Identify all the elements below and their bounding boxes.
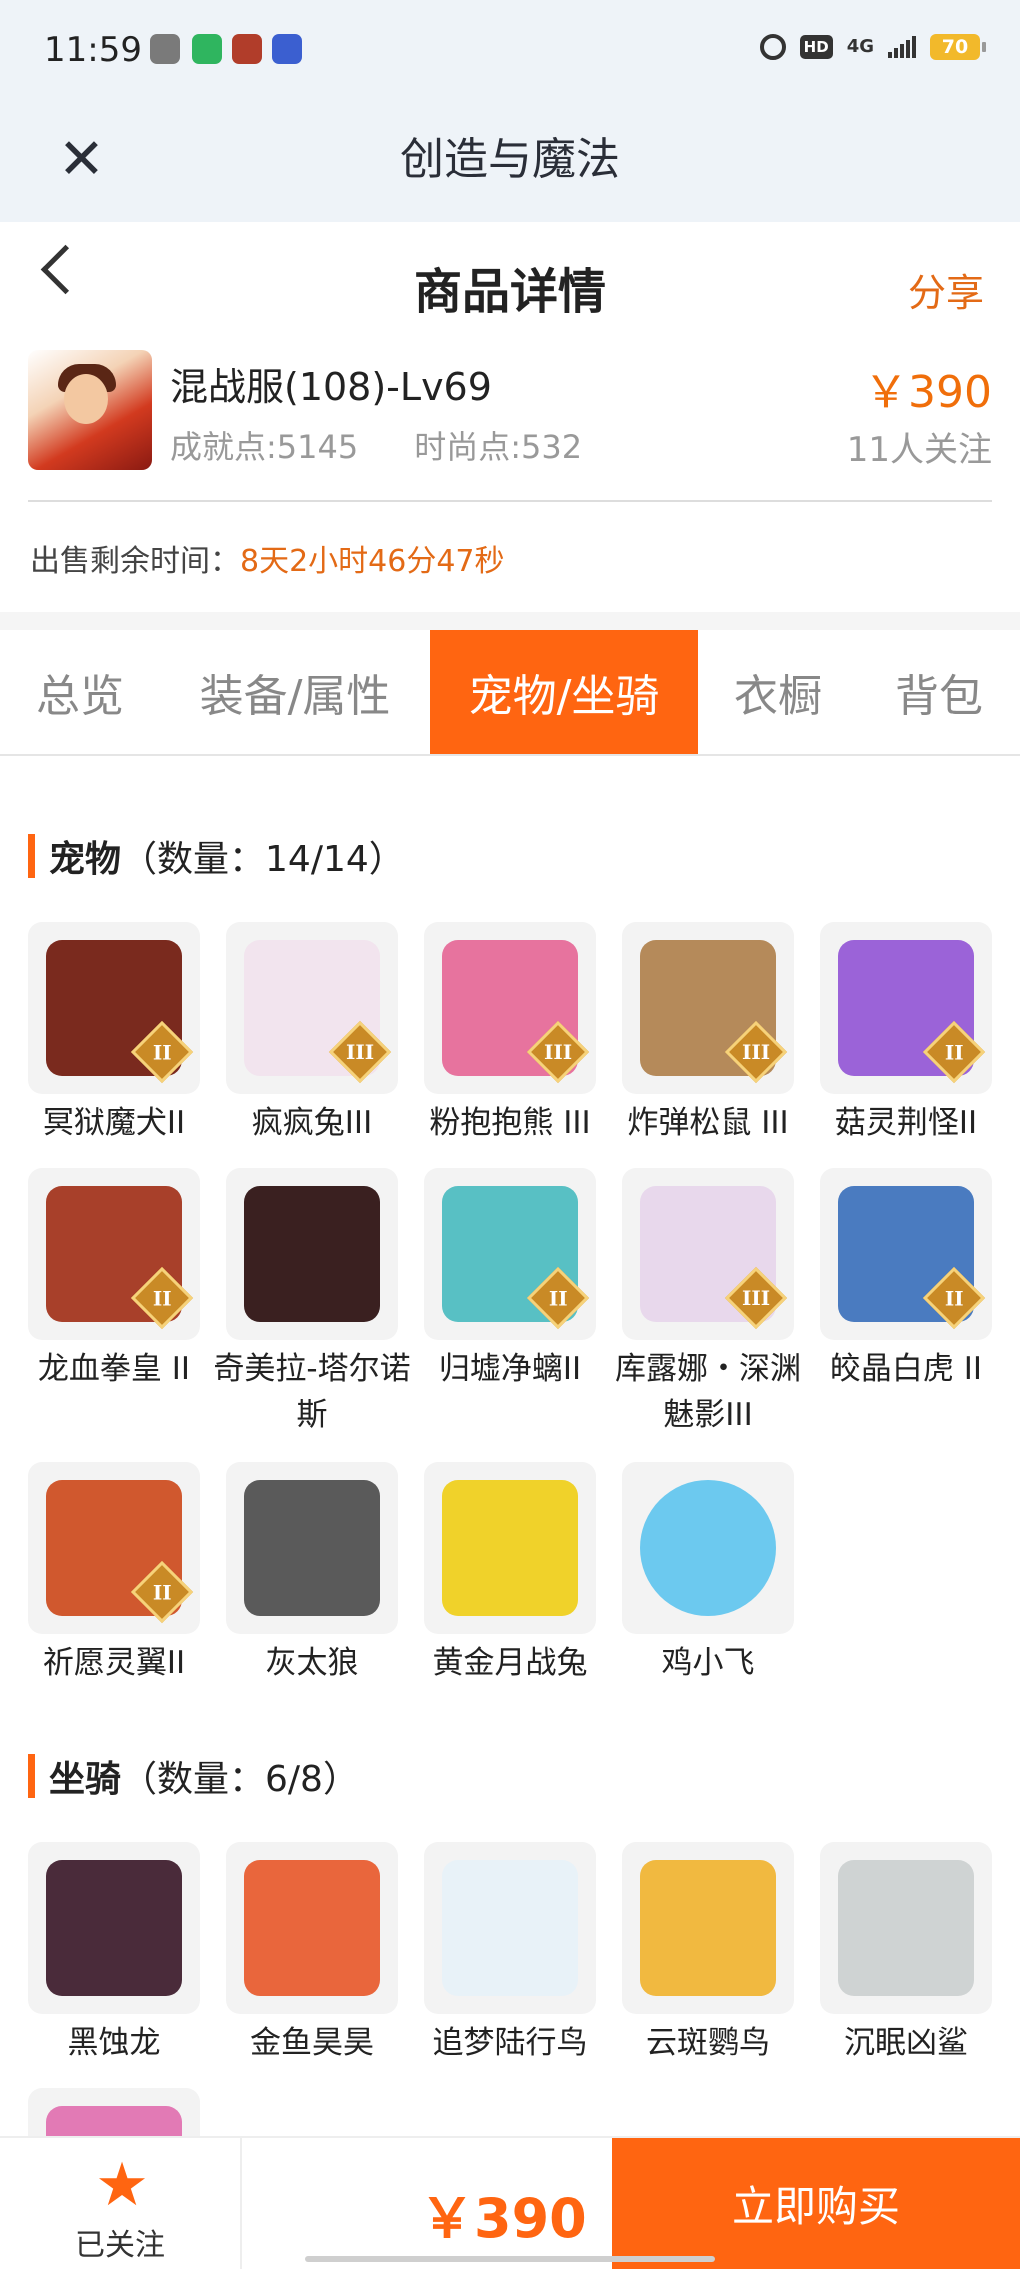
home-indicator (305, 2256, 715, 2262)
battery-icon: 70 (930, 34, 986, 60)
product-summary: 混战服(108)-Lv69 成就点:5145 时尚点:532 ￥390 11人关… (28, 350, 992, 502)
mount-name: 金鱼昊昊 (250, 2025, 374, 2061)
alarm-icon (759, 34, 786, 60)
product-name: 混战服(108)-Lv69 (170, 365, 492, 409)
pet-item[interactable]: II 菇灵荆怪II (820, 922, 992, 1146)
wechat-icon (150, 34, 180, 64)
pets-title: 宠物 (49, 839, 122, 880)
mount-name: 追梦陆行鸟 (432, 2025, 588, 2061)
pet-image (244, 1480, 380, 1616)
pet-name: 灰太狼 (265, 1645, 359, 1681)
tab-overview[interactable]: 总览 (0, 630, 160, 754)
pet-image (640, 1480, 776, 1616)
achievement-points: 成就点:5145 (170, 428, 359, 466)
sale-time-value: 8天2小时46分47秒 (240, 544, 505, 579)
tab-wardrobe[interactable]: 衣橱 (698, 630, 858, 754)
pet-name: 库露娜・深渊魅影III (615, 1351, 801, 1433)
tab-equipment[interactable]: 装备/属性 (160, 630, 430, 754)
pet-name: 炸弹松鼠 III (627, 1105, 789, 1141)
mounts-title: 坐骑 (49, 1759, 122, 1800)
pet-name: 菇灵荆怪II (834, 1105, 978, 1141)
mount-image (442, 1860, 578, 1996)
pet-item[interactable]: III 粉抱抱熊 III (424, 922, 596, 1146)
pet-item[interactable]: II 归墟净螭II (424, 1168, 596, 1392)
status-time: 11:59 (44, 30, 142, 70)
mount-name: 黑蚀龙 (67, 2025, 161, 2061)
pet-item[interactable]: II 皎晶白虎 II (820, 1168, 992, 1392)
share-button[interactable]: 分享 (908, 262, 984, 317)
mount-item[interactable]: 云斑鹦鸟 (622, 1842, 794, 2066)
follow-label: 已关注 (75, 2228, 165, 2263)
page-header: 商品详情 分享 (0, 222, 1020, 352)
mount-item[interactable]: 金鱼昊昊 (226, 1842, 398, 2066)
product-stats: 成就点:5145 时尚点:532 (170, 422, 582, 468)
mount-name: 云斑鹦鸟 (646, 2025, 770, 2061)
pet-item[interactable]: II 龙血拳皇 II (28, 1168, 200, 1392)
pet-item[interactable]: 灰太狼 (226, 1462, 398, 1686)
mount-image (838, 1860, 974, 1996)
mount-image (640, 1860, 776, 1996)
pet-name: 皎晶白虎 II (829, 1351, 983, 1387)
pet-item[interactable]: 奇美拉-塔尔诺斯 (213, 1168, 411, 1438)
mount-name: 沉眠凶鲨 (844, 2025, 968, 2061)
follower-count: 11人关注 (846, 430, 992, 470)
pet-item[interactable]: III 疯疯兔III (226, 922, 398, 1146)
sale-time-label: 出售剩余时间： (30, 544, 240, 579)
pet-name: 黄金月战兔 (432, 1645, 588, 1681)
mount-image (244, 1860, 380, 1996)
page-title: 商品详情 (413, 264, 606, 320)
network-type: 4G (846, 36, 874, 57)
signal-icon (888, 36, 916, 58)
product-price: ￥390 (864, 367, 992, 418)
pet-image (244, 1186, 380, 1322)
bottom-action-bar: ★ 已关注 ￥390 立即购买 (0, 2136, 1020, 2269)
app-bar: ✕ 创造与魔法 (0, 100, 1020, 222)
pet-item[interactable]: III 炸弹松鼠 III (622, 922, 794, 1146)
game-app-icon-2 (272, 34, 302, 64)
pet-name: 奇美拉-塔尔诺斯 (213, 1351, 411, 1433)
mount-item[interactable]: 追梦陆行鸟 (424, 1842, 596, 2066)
hd-icon: HD (799, 35, 833, 59)
buy-now-button[interactable]: 立即购买 (612, 2138, 1020, 2269)
total-price: ￥390 (420, 2187, 587, 2250)
mount-image (46, 1860, 182, 1996)
status-bar: 11:59 HD 4G 70 (0, 0, 1020, 100)
video-app-icon (192, 34, 222, 64)
pet-item[interactable]: II 祈愿灵翼II (28, 1462, 200, 1686)
pet-name: 祈愿灵翼II (42, 1645, 186, 1681)
follow-button[interactable]: ★ 已关注 (0, 2138, 242, 2269)
pet-name: 龙血拳皇 II (37, 1351, 191, 1387)
pet-item[interactable]: 黄金月战兔 (424, 1462, 596, 1686)
mounts-count: （数量：6/8） (121, 1759, 359, 1800)
pets-section-title: 宠物 （数量：14/14） (28, 830, 405, 882)
pet-name: 鸡小飞 (661, 1645, 755, 1681)
star-icon: ★ (95, 2150, 149, 2220)
pet-item[interactable]: 鸡小飞 (622, 1462, 794, 1686)
pet-item[interactable]: III 库露娜・深渊魅影III (615, 1168, 801, 1438)
app-title: 创造与魔法 (400, 134, 620, 185)
mounts-section-title: 坐骑 （数量：6/8） (28, 1750, 359, 1802)
tab-backpack[interactable]: 背包 (858, 630, 1020, 754)
tab-bar: 总览 装备/属性 宠物/坐骑 衣橱 背包 (0, 630, 1020, 756)
pet-item[interactable]: II 冥狱魔犬II (28, 922, 200, 1146)
pet-name: 粉抱抱熊 III (429, 1105, 591, 1141)
pet-name: 疯疯兔III (251, 1105, 373, 1141)
mount-item[interactable]: 沉眠凶鲨 (820, 1842, 992, 2066)
game-app-icon (232, 34, 262, 64)
pet-name: 冥狱魔犬II (42, 1105, 186, 1141)
pets-count: （数量：14/14） (121, 839, 405, 880)
character-avatar (28, 350, 152, 470)
fashion-points: 时尚点:532 (414, 428, 583, 466)
pet-image (442, 1480, 578, 1616)
tab-pets-mounts[interactable]: 宠物/坐骑 (430, 630, 698, 754)
sale-remaining-time: 出售剩余时间：8天2小时46分47秒 (30, 536, 505, 580)
mount-item[interactable]: 黑蚀龙 (28, 1842, 200, 2066)
pet-name: 归墟净螭II (438, 1351, 582, 1387)
status-indicators: HD 4G 70 (759, 34, 986, 60)
divider (0, 612, 1020, 630)
